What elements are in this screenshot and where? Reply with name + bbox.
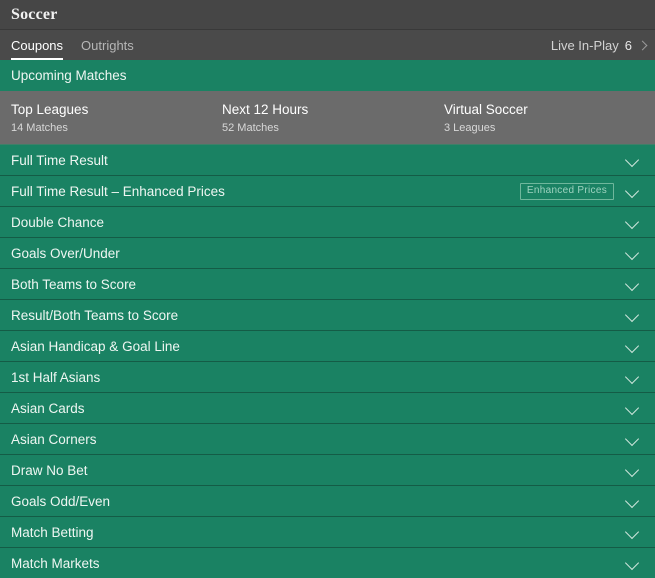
- soccer-coupons-page: Soccer Coupons Outrights Live In-Play 6 …: [0, 0, 655, 578]
- market-row[interactable]: Asian Handicap & Goal Line: [0, 331, 655, 362]
- market-row[interactable]: 1st Half Asians: [0, 362, 655, 393]
- chevron-right-icon: [637, 40, 648, 50]
- chevron-down-icon[interactable]: [626, 526, 639, 539]
- upcoming-matches-banner: Upcoming Matches: [0, 60, 655, 91]
- market-row[interactable]: Full Time Result – Enhanced Prices Enhanc…: [0, 176, 655, 207]
- market-row[interactable]: Match Betting: [0, 517, 655, 548]
- chevron-down-icon[interactable]: [626, 464, 639, 477]
- market-label: Both Teams to Score: [11, 276, 137, 292]
- upcoming-matches-label: Upcoming Matches: [11, 68, 127, 83]
- market-label: Draw No Bet: [11, 462, 88, 478]
- subnav-item-next-12-hours[interactable]: Next 12 Hours 52 Matches: [222, 91, 308, 145]
- market-row[interactable]: Full Time Result: [0, 145, 655, 176]
- tab-group: Coupons Outrights: [0, 30, 152, 60]
- chevron-down-icon[interactable]: [626, 402, 639, 415]
- tab-coupons[interactable]: Coupons: [11, 30, 72, 60]
- market-label: Goals Over/Under: [11, 245, 120, 261]
- market-row[interactable]: Double Chance: [0, 207, 655, 238]
- chevron-down-icon[interactable]: [626, 495, 639, 508]
- chevron-down-icon[interactable]: [626, 278, 639, 291]
- market-label: Asian Cards: [11, 400, 85, 416]
- subnav-item-top-leagues[interactable]: Top Leagues 14 Matches: [11, 91, 88, 145]
- live-in-play-label: Live In-Play: [550, 37, 619, 53]
- chevron-down-icon[interactable]: [626, 154, 639, 167]
- market-row[interactable]: Asian Cards: [0, 393, 655, 424]
- market-label: Match Markets: [11, 555, 100, 571]
- market-row[interactable]: Goals Odd/Even: [0, 486, 655, 517]
- market-label: Goals Odd/Even: [11, 493, 111, 509]
- tab-coupons-label: Coupons: [11, 37, 64, 53]
- subnav-virtual-soccer-subtitle: 3 Leagues: [444, 122, 496, 134]
- market-label: Result/Both Teams to Score: [11, 307, 179, 323]
- market-label: 1st Half Asians: [11, 369, 101, 385]
- chevron-down-icon[interactable]: [626, 557, 639, 570]
- market-row[interactable]: Draw No Bet: [0, 455, 655, 486]
- chevron-down-icon[interactable]: [626, 340, 639, 353]
- tab-bar: Coupons Outrights Live In-Play 6: [0, 29, 655, 60]
- market-row[interactable]: Result/Both Teams to Score: [0, 300, 655, 331]
- live-in-play-count: 6: [624, 37, 632, 53]
- enhanced-prices-badge: Enhanced Prices: [519, 182, 614, 200]
- subnav-top-leagues-subtitle: 14 Matches: [11, 122, 68, 134]
- subnav-next-12-hours-subtitle: 52 Matches: [222, 122, 279, 134]
- subnav-virtual-soccer-title: Virtual Soccer: [444, 102, 528, 117]
- page-title: Soccer: [11, 5, 58, 23]
- live-in-play-link[interactable]: Live In-Play 6: [551, 30, 655, 60]
- tab-outrights[interactable]: Outrights: [81, 30, 143, 60]
- chevron-down-icon[interactable]: [626, 309, 639, 322]
- chevron-down-icon[interactable]: [626, 371, 639, 384]
- chevron-down-icon[interactable]: [626, 433, 639, 446]
- chevron-down-icon[interactable]: [626, 216, 639, 229]
- market-label: Double Chance: [11, 214, 105, 230]
- market-label: Full Time Result: [11, 152, 108, 168]
- market-row[interactable]: Match Markets: [0, 548, 655, 578]
- market-label: Asian Handicap & Goal Line: [11, 338, 180, 354]
- market-label: Match Betting: [11, 524, 94, 540]
- chevron-down-icon[interactable]: [626, 247, 639, 260]
- market-list: Full Time Result Full Time Result – Enhan…: [0, 145, 655, 578]
- market-row[interactable]: Both Teams to Score: [0, 269, 655, 300]
- title-bar: Soccer: [0, 0, 655, 29]
- market-row[interactable]: Asian Corners: [0, 424, 655, 455]
- market-label: Asian Corners: [11, 431, 97, 447]
- subnav-bar: Top Leagues 14 Matches Next 12 Hours 52 …: [0, 91, 655, 145]
- tab-outrights-label: Outrights: [81, 37, 134, 53]
- subnav-item-virtual-soccer[interactable]: Virtual Soccer 3 Leagues: [444, 91, 528, 145]
- chevron-down-icon[interactable]: [626, 185, 639, 198]
- market-row[interactable]: Goals Over/Under: [0, 238, 655, 269]
- subnav-top-leagues-title: Top Leagues: [11, 102, 89, 117]
- subnav-next-12-hours-title: Next 12 Hours: [222, 102, 309, 117]
- market-label: Full Time Result – Enhanced Prices: [11, 183, 225, 199]
